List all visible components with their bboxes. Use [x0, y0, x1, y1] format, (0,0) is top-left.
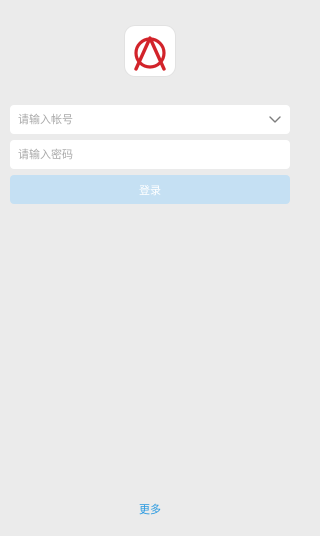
password-field [10, 140, 290, 169]
more-link[interactable]: 更多 [0, 502, 300, 518]
password-input[interactable] [10, 140, 290, 169]
login-button[interactable]: 登录 [10, 175, 290, 204]
account-input[interactable] [10, 105, 290, 134]
app-logo-icon [134, 36, 166, 71]
account-dropdown-button[interactable] [264, 109, 286, 130]
chevron-down-icon [269, 116, 281, 123]
account-field [10, 105, 290, 134]
app-logo [125, 26, 175, 76]
